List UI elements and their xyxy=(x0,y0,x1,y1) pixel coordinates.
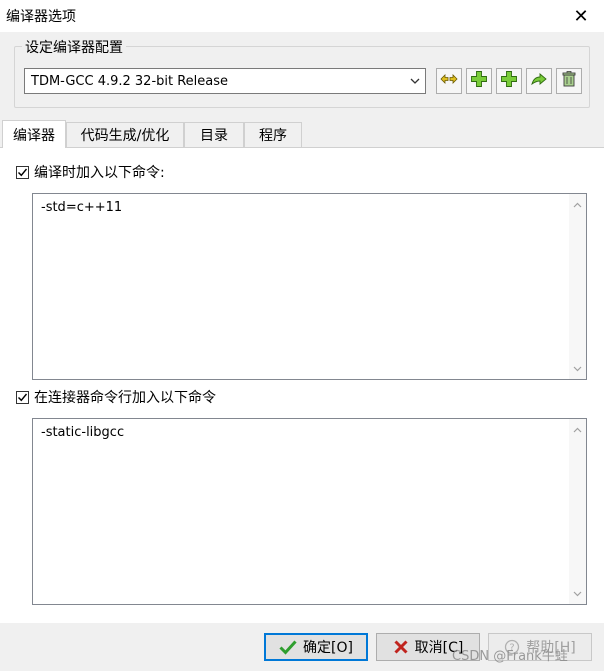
compiler-config-value: TDM-GCC 4.9.2 32-bit Release xyxy=(31,73,229,89)
linker-cmd-value: -static-libgcc xyxy=(41,425,125,440)
linker-cmd-checkbox-row[interactable]: 在连接器命令行加入以下命令 xyxy=(16,387,216,407)
x-icon xyxy=(393,639,409,655)
compile-cmd-textarea[interactable]: -std=c++11 xyxy=(32,193,587,380)
swap-config-button[interactable] xyxy=(436,68,462,94)
add-config-button[interactable] xyxy=(466,68,492,94)
linker-cmd-label: 在连接器命令行加入以下命令 xyxy=(34,390,216,406)
linker-cmd-scrollbar[interactable] xyxy=(569,419,586,604)
delete-config-button[interactable] xyxy=(556,68,582,94)
scroll-down-icon[interactable] xyxy=(569,585,586,602)
add-icon xyxy=(500,70,518,92)
compile-cmd-value: -std=c++11 xyxy=(41,200,123,215)
close-button[interactable]: ✕ xyxy=(558,0,604,32)
compiler-config-select[interactable]: TDM-GCC 4.9.2 32-bit Release xyxy=(24,68,426,94)
scroll-up-icon[interactable] xyxy=(569,421,586,438)
close-icon: ✕ xyxy=(573,5,589,27)
ok-button-label: 确定[O] xyxy=(303,640,353,656)
tab-label: 目录 xyxy=(200,128,228,144)
add-default-config-button[interactable] xyxy=(496,68,522,94)
checkmark-icon xyxy=(279,639,297,655)
rename-icon xyxy=(530,70,548,92)
title-bar: 编译器选项 ✕ xyxy=(0,0,604,32)
tab-codegen[interactable]: 代码生成/优化 xyxy=(66,122,184,147)
add-icon xyxy=(470,70,488,92)
window-title: 编译器选项 xyxy=(6,9,76,25)
tab-label: 编译器 xyxy=(13,127,55,144)
swap-icon xyxy=(440,70,458,92)
compiler-config-label: 设定编译器配置 xyxy=(22,37,126,57)
tab-programs[interactable]: 程序 xyxy=(244,122,302,147)
tab-label: 代码生成/优化 xyxy=(80,128,170,144)
trash-icon xyxy=(560,70,578,92)
compiler-tab-panel: 编译时加入以下命令: -std=c++11 在连接器命令行加入以下命令 -sta… xyxy=(0,147,604,623)
tab-directories[interactable]: 目录 xyxy=(184,122,244,147)
compile-cmd-checkbox[interactable] xyxy=(16,165,29,179)
rename-config-button[interactable] xyxy=(526,68,552,94)
scroll-down-icon[interactable] xyxy=(569,360,586,377)
linker-cmd-textarea[interactable]: -static-libgcc xyxy=(32,418,587,605)
linker-cmd-checkbox[interactable] xyxy=(16,390,29,404)
tab-label: 程序 xyxy=(259,128,287,144)
ok-button[interactable]: 确定[O] xyxy=(264,633,368,661)
scroll-up-icon[interactable] xyxy=(569,196,586,213)
compile-cmd-label: 编译时加入以下命令: xyxy=(34,165,165,181)
compile-cmd-checkbox-row[interactable]: 编译时加入以下命令: xyxy=(16,162,165,182)
compile-cmd-scrollbar[interactable] xyxy=(569,194,586,379)
tab-strip: 编译器 代码生成/优化 目录 程序 xyxy=(0,120,604,148)
watermark-text: CSDN @Frank牛蛙 xyxy=(452,649,568,664)
chevron-down-icon xyxy=(405,69,425,93)
tab-compiler[interactable]: 编译器 xyxy=(2,120,66,148)
